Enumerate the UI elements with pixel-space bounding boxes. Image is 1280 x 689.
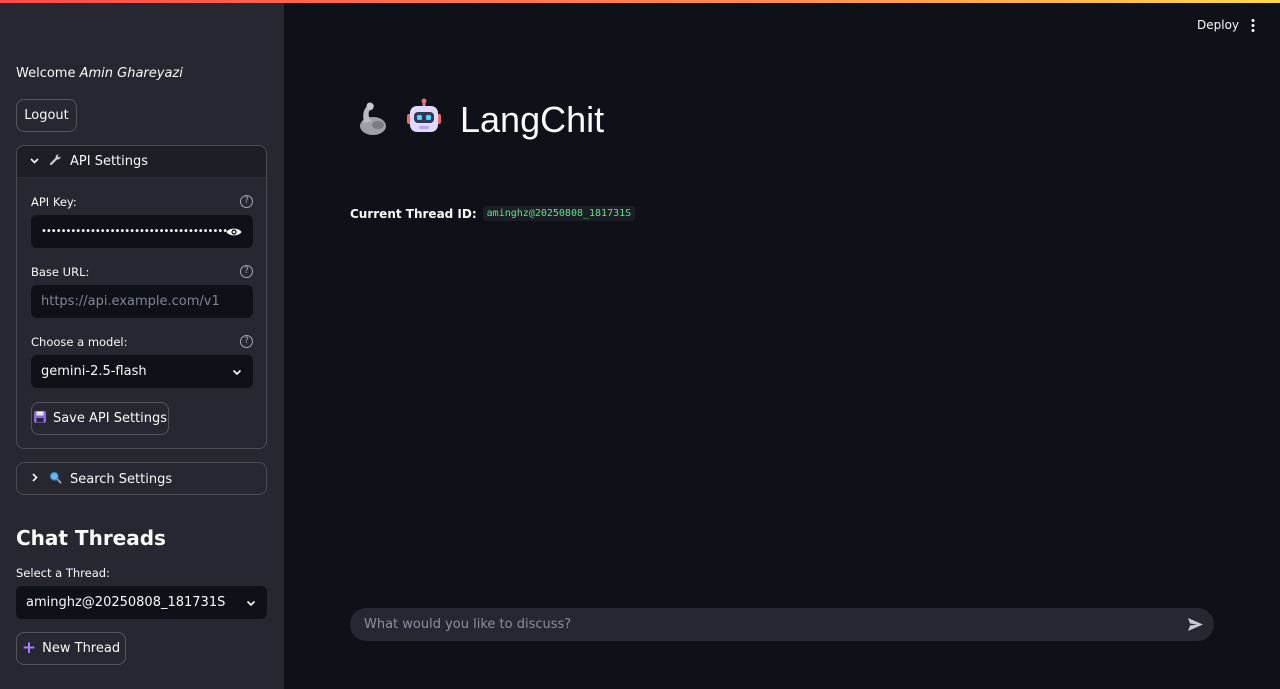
- eye-icon[interactable]: [225, 223, 243, 241]
- chevron-down-icon: [29, 155, 41, 169]
- thread-id-value: aminghz@20250808_181731S: [482, 206, 636, 221]
- search-settings-expander: Search Settings: [16, 462, 267, 495]
- api-settings-header[interactable]: API Settings: [17, 146, 266, 178]
- help-icon[interactable]: ?: [240, 265, 253, 278]
- chevron-down-icon: [245, 597, 257, 609]
- new-thread-label: New Thread: [42, 641, 121, 656]
- welcome-prefix: Welcome: [16, 66, 76, 81]
- search-settings-header[interactable]: Search Settings: [17, 463, 266, 495]
- save-api-settings-label: Save API Settings: [52, 411, 168, 426]
- help-icon[interactable]: ?: [240, 195, 253, 208]
- new-thread-button[interactable]: + New Thread: [16, 632, 126, 665]
- logout-button[interactable]: Logout: [16, 99, 77, 132]
- floppy-disk-icon: [33, 410, 47, 428]
- page-title: LangChit: [460, 99, 605, 140]
- api-settings-title: API Settings: [70, 154, 149, 169]
- flexed-biceps-icon: [356, 99, 394, 141]
- thread-id-label: Current Thread ID:: [350, 206, 477, 221]
- welcome-text: Welcome Amin Ghareyazi: [16, 66, 183, 81]
- thread-select[interactable]: aminghz@20250808_181731S: [16, 586, 267, 619]
- title-row: LangChit: [356, 98, 604, 142]
- base-url-label: Base URL:: [31, 265, 90, 279]
- chevron-down-icon: [231, 366, 243, 378]
- help-icon[interactable]: ?: [240, 335, 253, 348]
- main-area: Deploy LangChit Current Thread ID: aming…: [284, 0, 1280, 689]
- magnifier-icon: [49, 471, 62, 488]
- logout-label: Logout: [24, 108, 69, 123]
- thread-select-label: Select a Thread:: [16, 566, 110, 580]
- user-name: Amin Ghareyazi: [79, 66, 183, 81]
- model-label: Choose a model:: [31, 335, 128, 349]
- sidebar: Welcome Amin Ghareyazi Logout API Settin…: [0, 0, 284, 689]
- deploy-button[interactable]: Deploy: [1197, 18, 1239, 32]
- search-settings-title: Search Settings: [70, 471, 173, 487]
- wrench-icon: [49, 153, 62, 170]
- chat-threads-heading: Chat Threads: [16, 526, 166, 550]
- api-key-input[interactable]: ••••••••••••••••••••••••••••••••••••••: [31, 215, 253, 248]
- send-icon[interactable]: [1187, 616, 1204, 633]
- top-decoration-bar: [0, 0, 1280, 3]
- current-thread-id: Current Thread ID: aminghz@20250808_1817…: [350, 206, 636, 221]
- plus-icon: +: [21, 638, 37, 658]
- api-key-wrapper: ••••••••••••••••••••••••••••••••••••••: [31, 215, 253, 248]
- api-settings-expander: API Settings API Key: ? ••••••••••••••••…: [16, 145, 267, 449]
- api-key-label: API Key:: [31, 195, 77, 209]
- kebab-menu-icon[interactable]: [1250, 18, 1256, 33]
- model-select-value: gemini-2.5-flash: [41, 364, 147, 379]
- thread-select-value: aminghz@20250808_181731S: [26, 595, 226, 610]
- base-url-input[interactable]: [31, 285, 253, 318]
- robot-icon: [404, 98, 444, 142]
- chat-input[interactable]: [350, 608, 1214, 641]
- model-select[interactable]: gemini-2.5-flash: [31, 355, 253, 388]
- save-api-settings-button[interactable]: Save API Settings: [31, 402, 169, 435]
- chevron-right-icon: [29, 472, 41, 486]
